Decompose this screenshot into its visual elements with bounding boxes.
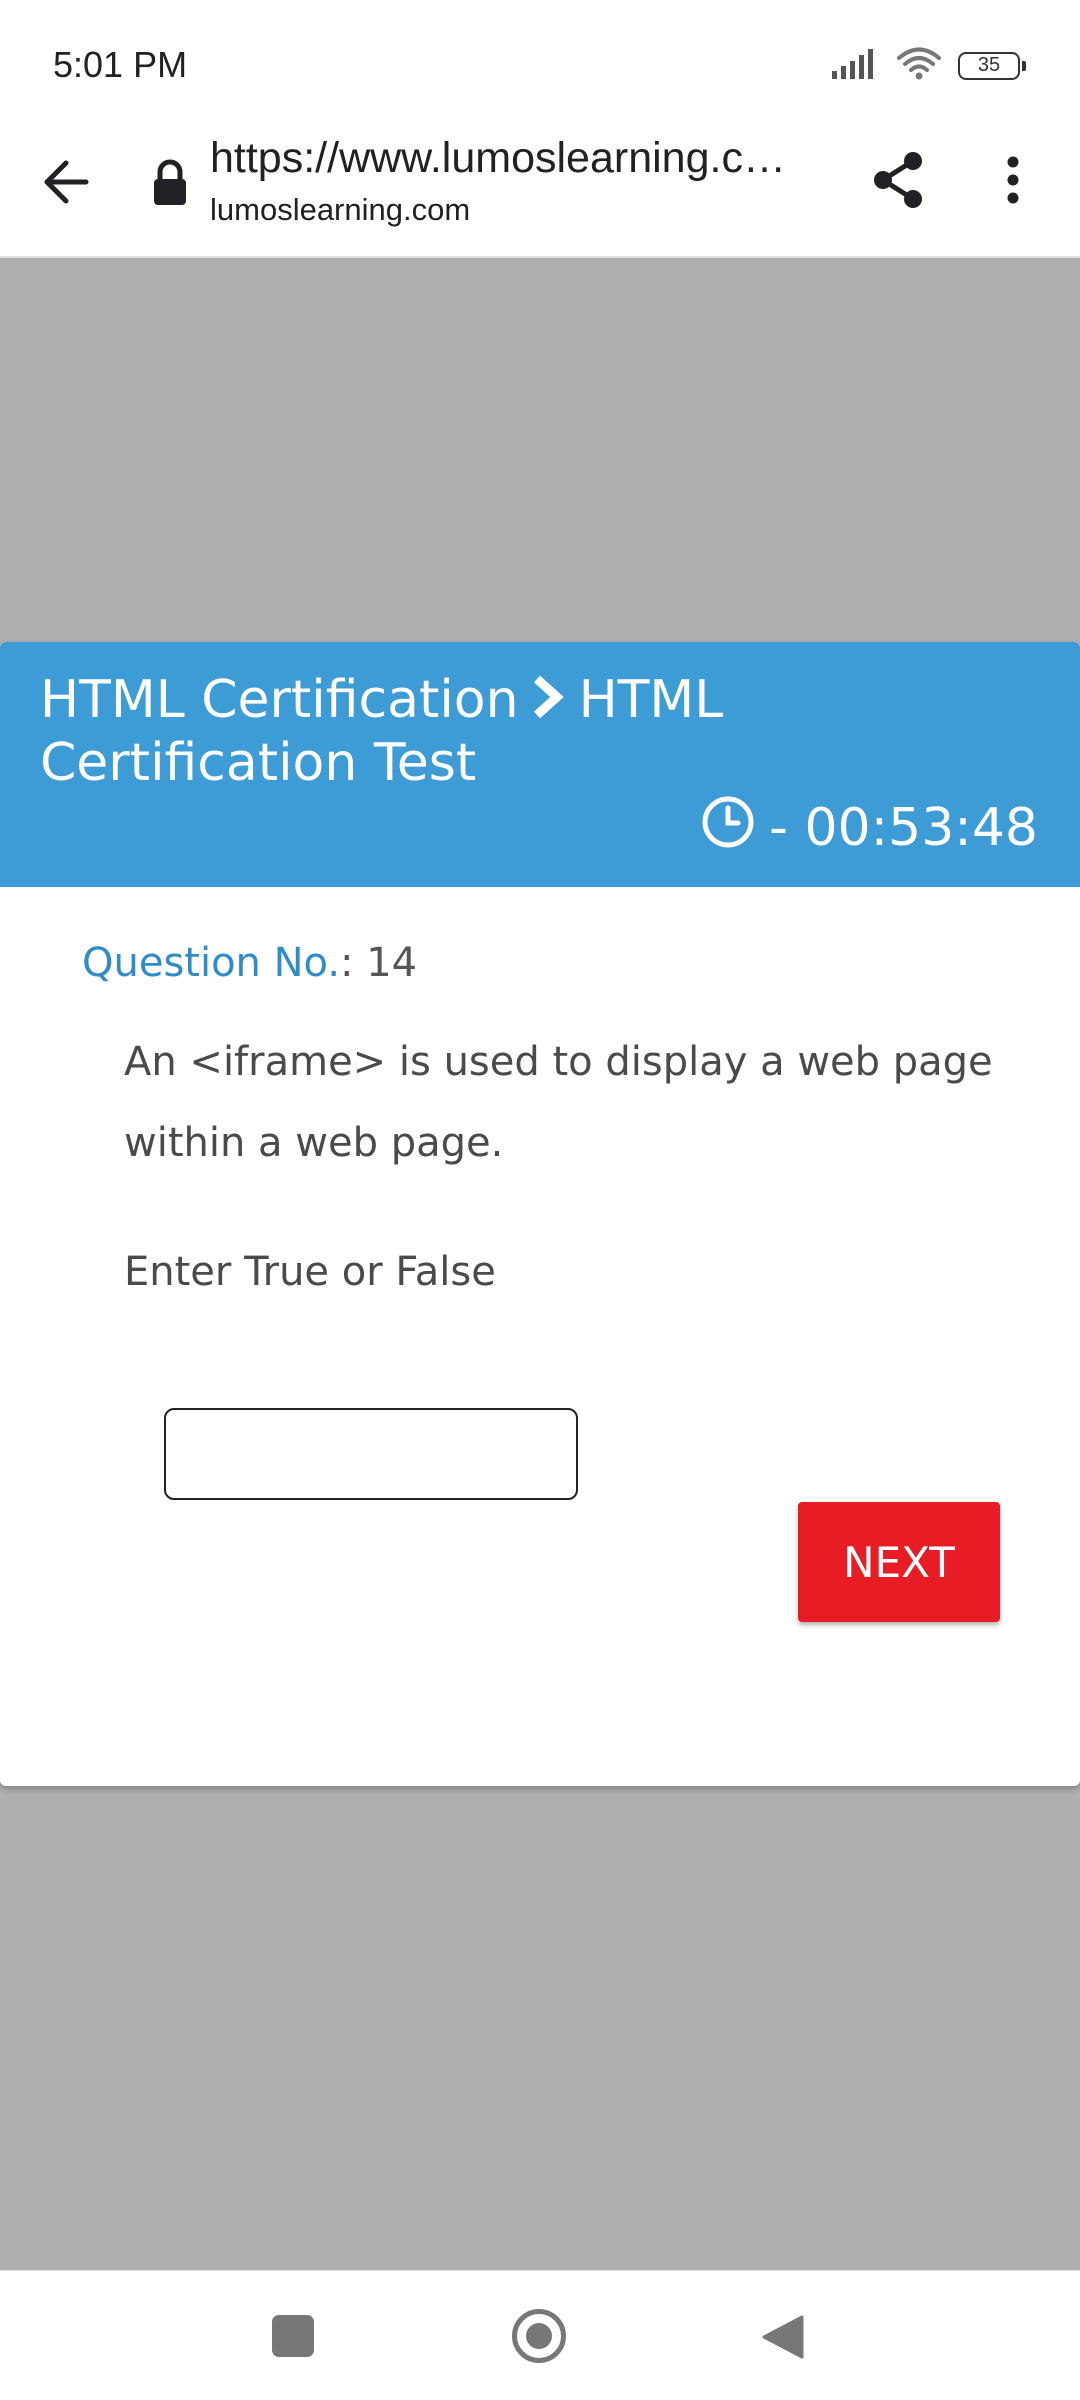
next-button[interactable]: NEXT — [798, 1502, 1000, 1622]
question-number-value: 14 — [366, 940, 418, 986]
question-instruction: Enter True or False — [124, 1249, 496, 1295]
question-number: Question No.: 14 — [82, 940, 417, 986]
status-icons: 35 — [832, 47, 1026, 85]
chevron-right-icon — [531, 673, 565, 733]
question-text: An <iframe> is used to display a web pag… — [124, 1039, 993, 1166]
clock-icon — [701, 795, 755, 862]
share-icon[interactable] — [866, 148, 930, 212]
more-options-icon[interactable] — [988, 148, 1038, 212]
timer-value: - 00:53:48 — [769, 798, 1038, 858]
nav-back-icon[interactable] — [760, 2313, 806, 2361]
timer: - 00:53:48 — [701, 795, 1038, 862]
status-time: 5:01 PM — [53, 44, 188, 85]
back-arrow-icon[interactable] — [36, 152, 96, 212]
browser-toolbar: https://www.lumoslearning.c… lumoslearni… — [0, 130, 1080, 258]
url-domain[interactable]: lumoslearning.com — [210, 192, 470, 228]
battery-icon: 35 — [958, 52, 1026, 80]
breadcrumb: HTML Certification HTML Certification Tes… — [40, 670, 1040, 793]
breadcrumb-item-course[interactable]: HTML Certification — [40, 670, 519, 730]
test-header: HTML Certification HTML Certification Tes… — [0, 642, 1080, 887]
answer-input[interactable] — [164, 1408, 578, 1500]
question-number-label: Question No. — [82, 940, 341, 986]
url-text[interactable]: https://www.lumoslearning.c… — [210, 134, 810, 183]
wifi-icon — [896, 47, 942, 85]
signal-icon — [832, 49, 880, 83]
home-icon[interactable] — [512, 2309, 566, 2363]
recent-apps-icon[interactable] — [272, 2315, 314, 2357]
navigation-bar — [0, 2270, 1080, 2400]
question-card: HTML Certification HTML Certification Tes… — [0, 642, 1080, 1786]
question-number-separator: : — [340, 940, 367, 986]
status-bar: 5:01 PM 35 — [0, 0, 1080, 130]
lock-icon[interactable] — [150, 158, 190, 208]
